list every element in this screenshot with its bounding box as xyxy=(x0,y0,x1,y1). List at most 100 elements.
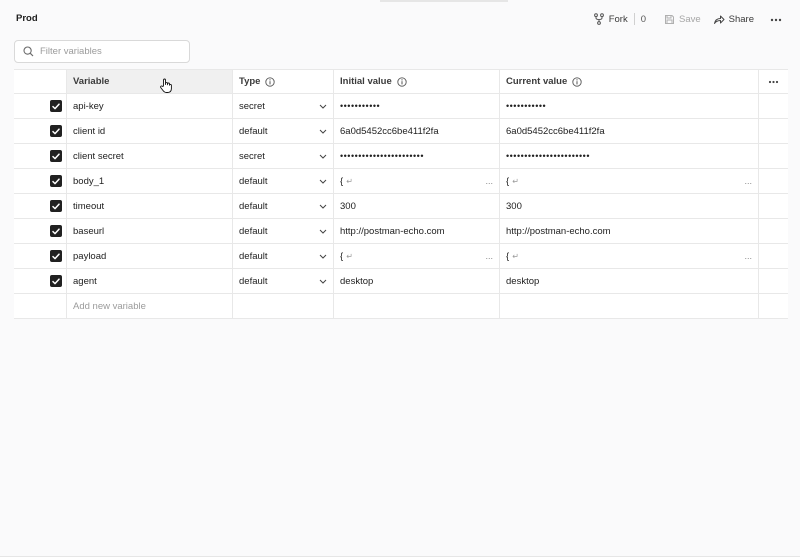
add-row-current-cell xyxy=(500,294,759,318)
type-value: default xyxy=(239,200,268,212)
expand-ellipsis[interactable]: ... xyxy=(744,176,752,186)
value-text: 300 xyxy=(506,200,522,212)
initial-value-cell[interactable]: {↵ ... xyxy=(334,244,500,268)
row-checkbox-cell xyxy=(14,169,67,193)
fork-button[interactable]: Fork xyxy=(593,13,628,25)
initial-value-cell[interactable]: 6a0d5452cc6be411f2fa xyxy=(334,119,500,143)
type-value: default xyxy=(239,125,268,137)
info-icon[interactable] xyxy=(397,76,407,87)
column-header-current-value[interactable]: Current value xyxy=(500,70,759,93)
initial-value-cell[interactable]: ••••••••••••••••••••••• xyxy=(334,144,500,168)
initial-value-cell[interactable]: {↵ ... xyxy=(334,169,500,193)
column-label-type: Type xyxy=(239,76,261,87)
table-row: baseurl default http://postman-echo.com … xyxy=(14,219,788,244)
type-select[interactable]: default xyxy=(233,244,334,268)
row-menu-cell xyxy=(759,269,788,293)
value-text: http://postman-echo.com xyxy=(340,225,445,237)
value-text: desktop xyxy=(340,275,374,287)
table-header-row: Variable Type Initial value Current valu… xyxy=(14,69,788,94)
checkmark-icon xyxy=(52,252,60,259)
variable-name-cell[interactable]: agent xyxy=(67,269,233,293)
variable-name-cell[interactable]: api-key xyxy=(67,94,233,118)
current-value-cell[interactable]: ••••••••••••••••••••••• xyxy=(500,144,759,168)
enabled-checkbox[interactable] xyxy=(50,275,62,287)
save-icon xyxy=(664,14,674,24)
table-row: client secret secret •••••••••••••••••••… xyxy=(14,144,788,169)
value-text: 6a0d5452cc6be411f2fa xyxy=(340,125,439,137)
current-value-cell[interactable]: http://postman-echo.com xyxy=(500,219,759,243)
expand-ellipsis[interactable]: ... xyxy=(485,176,493,186)
initial-value-cell[interactable]: http://postman-echo.com xyxy=(334,219,500,243)
type-value: default xyxy=(239,250,268,262)
current-value-cell[interactable]: {↵ ... xyxy=(500,169,759,193)
type-select[interactable]: default xyxy=(233,194,334,218)
column-label-variable: Variable xyxy=(73,76,110,87)
share-button[interactable]: Share xyxy=(713,14,754,25)
filter-variables-input[interactable] xyxy=(40,46,180,57)
value-text: 6a0d5452cc6be411f2fa xyxy=(506,125,605,137)
fork-label: Fork xyxy=(608,13,628,25)
row-checkbox-cell xyxy=(14,94,67,118)
type-select[interactable]: secret xyxy=(233,144,334,168)
variable-name: agent xyxy=(73,275,97,287)
row-menu-cell xyxy=(759,244,788,268)
add-row-initial-cell xyxy=(334,294,500,318)
value-text: ••••••••••••••••••••••• xyxy=(506,151,590,161)
variable-name-cell[interactable]: client secret xyxy=(67,144,233,168)
return-glyph: ↵ xyxy=(346,176,353,186)
variable-name-cell[interactable]: client id xyxy=(67,119,233,143)
type-select[interactable]: secret xyxy=(233,94,334,118)
column-options-button[interactable] xyxy=(759,70,788,93)
variable-name-cell[interactable]: body_1 xyxy=(67,169,233,193)
chevron-down-icon xyxy=(319,204,327,209)
checkmark-icon xyxy=(52,127,60,134)
variable-name: payload xyxy=(73,250,107,262)
row-checkbox-cell xyxy=(14,144,67,168)
type-value: secret xyxy=(239,150,265,162)
column-header-initial-value[interactable]: Initial value xyxy=(334,70,500,93)
current-value-cell[interactable]: 6a0d5452cc6be411f2fa xyxy=(500,119,759,143)
variable-name-cell[interactable]: baseurl xyxy=(67,219,233,243)
info-icon[interactable] xyxy=(265,76,276,87)
type-value: secret xyxy=(239,100,265,112)
expand-ellipsis[interactable]: ... xyxy=(744,251,752,261)
add-row-checkbox-cell xyxy=(14,294,67,318)
enabled-checkbox[interactable] xyxy=(50,250,62,262)
type-value: default xyxy=(239,225,268,237)
save-button[interactable]: Save xyxy=(664,14,701,25)
row-menu-cell xyxy=(759,144,788,168)
fork-count[interactable]: 0 xyxy=(641,14,646,25)
info-icon[interactable] xyxy=(572,76,582,87)
filter-search-box[interactable] xyxy=(14,40,190,63)
chevron-down-icon xyxy=(319,254,327,259)
variable-name: baseurl xyxy=(73,225,105,237)
variable-name-cell[interactable]: payload xyxy=(67,244,233,268)
initial-value-cell[interactable]: 300 xyxy=(334,194,500,218)
add-new-variable-input[interactable]: Add new variable xyxy=(67,294,233,318)
type-select[interactable]: default xyxy=(233,169,334,193)
type-select[interactable]: default xyxy=(233,219,334,243)
initial-value-cell[interactable]: ••••••••••• xyxy=(334,94,500,118)
enabled-checkbox[interactable] xyxy=(50,225,62,237)
type-select[interactable]: default xyxy=(233,269,334,293)
enabled-checkbox[interactable] xyxy=(50,200,62,212)
save-label: Save xyxy=(678,13,701,25)
initial-value-cell[interactable]: desktop xyxy=(334,269,500,293)
column-header-type[interactable]: Type xyxy=(233,70,334,93)
more-options-button[interactable] xyxy=(770,14,782,25)
enabled-checkbox[interactable] xyxy=(50,100,62,112)
current-value-cell[interactable]: desktop xyxy=(500,269,759,293)
current-value-cell[interactable]: ••••••••••• xyxy=(500,94,759,118)
enabled-checkbox[interactable] xyxy=(50,150,62,162)
enabled-checkbox[interactable] xyxy=(50,125,62,137)
variable-name-cell[interactable]: timeout xyxy=(67,194,233,218)
current-value-cell[interactable]: {↵ ... xyxy=(500,244,759,268)
search-icon xyxy=(23,46,34,57)
row-checkbox-cell xyxy=(14,244,67,268)
current-value-cell[interactable]: 300 xyxy=(500,194,759,218)
type-value: default xyxy=(239,175,268,187)
type-select[interactable]: default xyxy=(233,119,334,143)
enabled-checkbox[interactable] xyxy=(50,175,62,187)
column-header-variable[interactable]: Variable xyxy=(67,70,233,93)
expand-ellipsis[interactable]: ... xyxy=(485,251,493,261)
